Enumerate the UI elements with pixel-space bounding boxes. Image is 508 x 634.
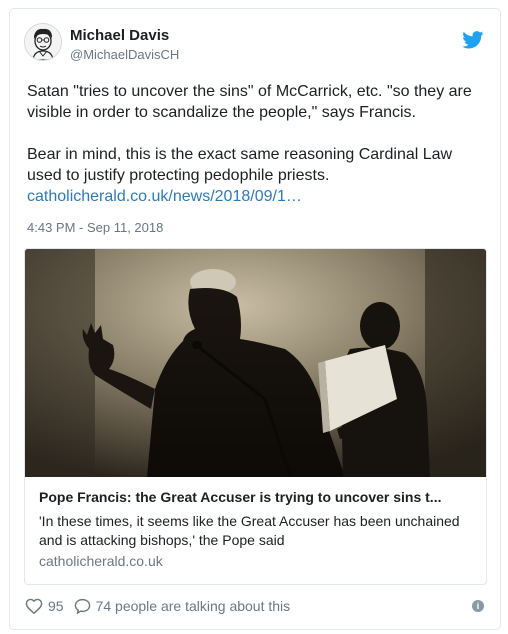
tweet-text: Satan "tries to uncover the sins" of McC… (27, 81, 487, 207)
timestamp[interactable]: 4:43 PM - Sep 11, 2018 (27, 220, 163, 235)
tweet-paragraph-2: Bear in mind, this is the exact same rea… (27, 144, 487, 207)
tweet-paragraph-2-text: Bear in mind, this is the exact same rea… (27, 146, 453, 184)
heart-icon[interactable] (25, 598, 43, 614)
author-handle[interactable]: @MichaelDavisCH (70, 47, 179, 62)
article-photo[interactable] (25, 249, 486, 478)
engagement-bar: 95 74 people are talking about this (25, 598, 290, 614)
tweet-paragraph-1: Satan "tries to uncover the sins" of McC… (27, 83, 472, 121)
avatar[interactable] (24, 23, 62, 61)
link-preview-description: 'In these times, it seems like the Great… (39, 513, 460, 548)
link-preview-domain: catholicherald.co.uk (39, 553, 163, 569)
speech-bubble-icon[interactable] (74, 598, 91, 614)
twitter-bird-icon[interactable] (462, 31, 484, 49)
author-name[interactable]: Michael Davis (70, 27, 169, 44)
tweet-card: Michael Davis @MichaelDavisCH Satan "tri… (9, 8, 501, 630)
info-icon[interactable]: i (472, 600, 484, 612)
tweet-link[interactable]: catholicherald.co.uk/news/2018/09/1… (27, 188, 302, 205)
media-card[interactable]: Pope Francis: the Great Accuser is tryin… (24, 248, 487, 585)
like-count[interactable]: 95 (48, 598, 64, 614)
link-preview-title[interactable]: Pope Francis: the Great Accuser is tryin… (39, 489, 475, 505)
link-preview[interactable]: Pope Francis: the Great Accuser is tryin… (25, 477, 486, 584)
talking-count[interactable]: 74 people are talking about this (96, 598, 291, 614)
